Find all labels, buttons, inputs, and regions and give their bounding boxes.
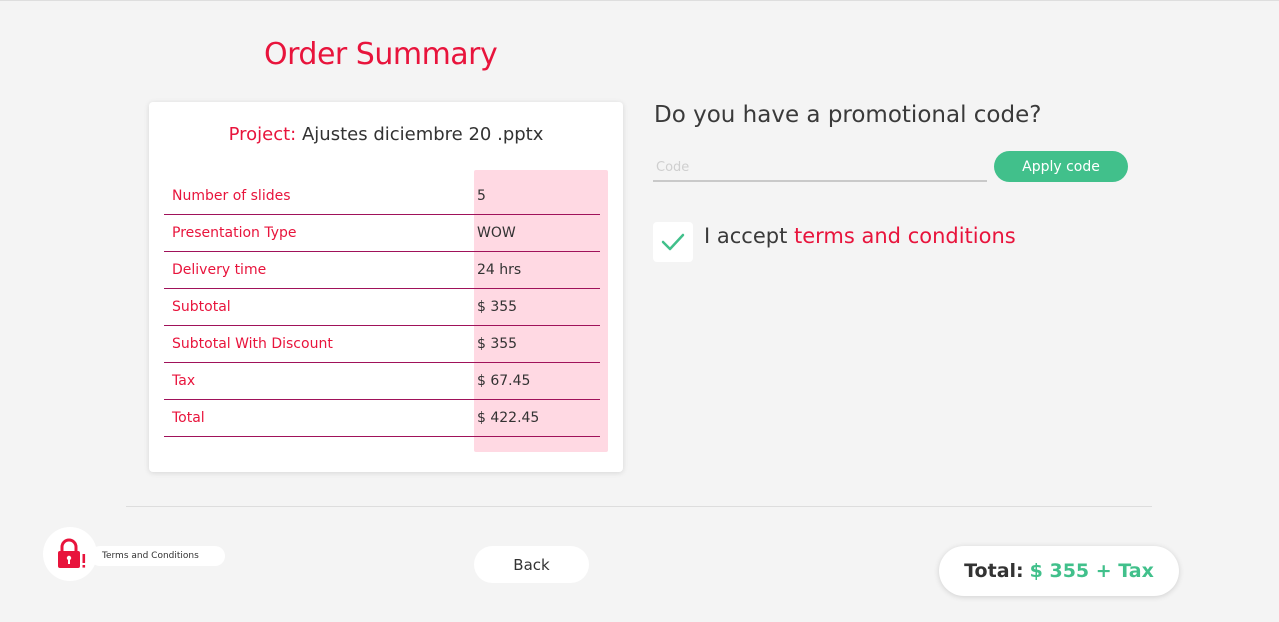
check-icon <box>661 233 685 251</box>
total-badge: Total: $ 355 + Tax <box>939 546 1179 596</box>
row-value: 5 <box>477 188 486 204</box>
summary-table: Number of slides 5 Presentation Type WOW… <box>164 178 600 437</box>
total-value: $ 355 + Tax <box>1029 560 1154 582</box>
row-value: $ 422.45 <box>477 410 540 426</box>
row-value: $ 67.45 <box>477 373 531 389</box>
row-label: Number of slides <box>172 188 291 204</box>
row-label: Total <box>172 410 205 426</box>
order-summary-card: Project: Ajustes diciembre 20 .pptx Numb… <box>149 102 623 472</box>
table-row: Delivery time 24 hrs <box>164 252 600 289</box>
table-row: Subtotal With Discount $ 355 <box>164 326 600 363</box>
terms-accept-prefix: I accept <box>704 224 788 248</box>
table-row: Presentation Type WOW <box>164 215 600 252</box>
apply-code-button[interactable]: Apply code <box>994 151 1128 182</box>
row-label: Presentation Type <box>172 225 297 241</box>
promo-code-input[interactable] <box>653 155 987 182</box>
row-value: $ 355 <box>477 336 518 352</box>
terms-conditions-pill[interactable]: Terms and Conditions <box>90 546 225 566</box>
row-label: Subtotal With Discount <box>172 336 333 352</box>
project-label: Project: <box>228 124 297 145</box>
project-name: Ajustes diciembre 20 .pptx <box>301 124 544 145</box>
terms-conditions-label: Terms and Conditions <box>102 551 199 561</box>
row-label: Delivery time <box>172 262 267 278</box>
table-row: Number of slides 5 <box>164 178 600 215</box>
row-label: Subtotal <box>172 299 231 315</box>
lock-alert-icon <box>58 538 86 568</box>
terms-accept-text: I accept terms and conditions <box>704 224 1016 248</box>
terms-link[interactable]: terms and conditions <box>794 224 1016 248</box>
back-button[interactable]: Back <box>474 546 589 583</box>
table-row: Total $ 422.45 <box>164 400 600 437</box>
page-title: Order Summary <box>264 37 498 72</box>
row-value: WOW <box>477 225 516 241</box>
terms-conditions-badge[interactable] <box>43 527 97 581</box>
row-value: $ 355 <box>477 299 518 315</box>
terms-checkbox[interactable] <box>653 222 693 262</box>
table-row: Tax $ 67.45 <box>164 363 600 400</box>
total-label: Total: <box>964 560 1024 582</box>
row-label: Tax <box>172 373 196 389</box>
footer-divider <box>126 506 1152 507</box>
project-line: Project: Ajustes diciembre 20 .pptx <box>149 124 623 145</box>
row-value: 24 hrs <box>477 262 522 278</box>
promo-question: Do you have a promotional code? <box>654 102 1042 128</box>
table-row: Subtotal $ 355 <box>164 289 600 326</box>
